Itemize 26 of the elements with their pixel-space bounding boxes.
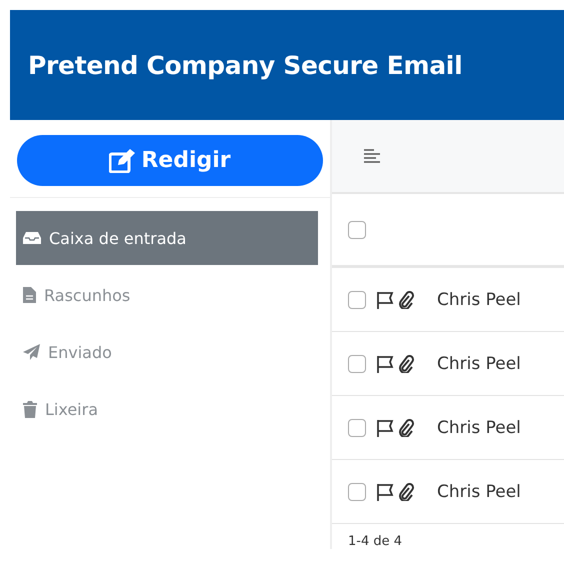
sender-name[interactable]: Chris Peel — [437, 354, 521, 374]
paper-plane-icon — [23, 344, 40, 360]
edit-icon — [109, 148, 138, 172]
row-checkbox[interactable] — [348, 418, 366, 436]
flag-icon[interactable] — [376, 418, 394, 436]
sender-name[interactable]: Chris Peel — [437, 418, 521, 438]
compose-button[interactable]: Redigir — [17, 135, 323, 186]
folder-item[interactable]: Enviado — [16, 325, 318, 379]
sender-name[interactable]: Chris Peel — [437, 290, 521, 310]
pagination-text: 1-4 de 4 — [347, 533, 404, 549]
folder-item[interactable]: Rascunhos — [16, 268, 318, 322]
flag-icon[interactable] — [376, 354, 394, 372]
menu-icon[interactable] — [364, 149, 380, 163]
inbox-icon — [23, 231, 41, 245]
document-icon — [23, 287, 36, 303]
select-all-checkbox[interactable] — [348, 220, 366, 238]
flag-icon[interactable] — [376, 290, 394, 308]
app-title: Pretend Company Secure Email — [28, 50, 462, 80]
row-checkbox[interactable] — [348, 354, 366, 372]
row-checkbox[interactable] — [348, 290, 366, 308]
sender-name[interactable]: Chris Peel — [437, 482, 521, 502]
folder-item[interactable]: Caixa de entrada — [16, 211, 318, 265]
flag-icon[interactable] — [376, 482, 394, 500]
folder-item[interactable]: Lixeira — [16, 382, 318, 436]
trash-icon — [23, 400, 37, 418]
row-checkbox[interactable] — [348, 482, 366, 500]
